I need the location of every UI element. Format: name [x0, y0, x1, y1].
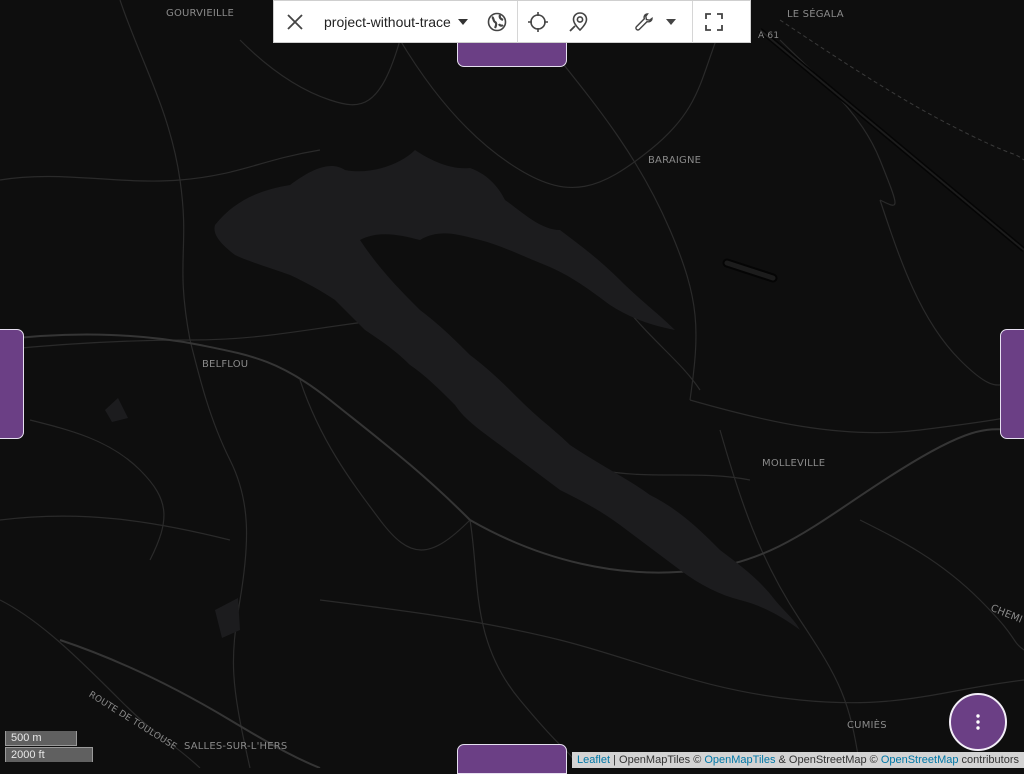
pond [105, 398, 128, 422]
layers-button[interactable] [477, 1, 517, 43]
attribution-text: | OpenMapTiles © [610, 754, 704, 766]
place-label-gourvieille: GOURVIEILLE [166, 8, 234, 19]
locate-button[interactable] [518, 1, 558, 43]
crosshair-icon [527, 11, 549, 33]
fullscreen-icon [704, 12, 724, 32]
openstreetmap-link[interactable]: OpenStreetMap [881, 754, 959, 766]
lake [214, 150, 800, 630]
map-attribution: Leaflet | OpenMapTiles © OpenMapTiles & … [572, 752, 1024, 768]
openmaptiles-link[interactable]: OpenMapTiles [704, 754, 775, 766]
caret-down-icon [664, 15, 678, 29]
top-panel-toggle[interactable] [457, 40, 567, 67]
globe-icon [487, 12, 507, 32]
project-selector[interactable]: project-without-trace [316, 1, 477, 43]
tools-dropdown-button[interactable] [658, 1, 684, 43]
map-canvas[interactable]: GOURVIEILLE LE SÉGALA A 61 BARAIGNE BELF… [0, 0, 1024, 768]
top-toolbar: project-without-trace [273, 0, 751, 43]
fullscreen-button[interactable] [693, 1, 735, 43]
caret-down-icon [455, 14, 471, 30]
scale-metric: 500 m [5, 731, 77, 746]
place-label-cumies: CUMIÈS [847, 720, 887, 731]
place-label-le-segala: LE SÉGALA [787, 9, 844, 20]
road-label-a61: A 61 [758, 31, 779, 41]
left-panel-toggle[interactable] [0, 329, 24, 439]
place-label-molleville: MOLLEVILLE [762, 458, 825, 469]
right-panel-toggle[interactable] [1000, 329, 1024, 439]
search-place-button[interactable] [558, 1, 600, 43]
tools-button[interactable] [600, 1, 658, 43]
place-label-belflou: BELFLOU [202, 359, 248, 370]
close-project-button[interactable] [274, 1, 316, 43]
leaflet-link[interactable]: Leaflet [577, 754, 610, 766]
more-options-button[interactable] [949, 693, 1007, 751]
project-name: project-without-trace [316, 14, 455, 30]
scale-imperial: 2000 ft [5, 747, 93, 762]
more-vertical-icon [975, 713, 981, 731]
minor-roads [0, 0, 1024, 768]
bottom-panel-toggle[interactable] [457, 744, 567, 774]
map-tiles [0, 0, 1024, 768]
close-icon [286, 13, 304, 31]
place-label-salles-sur-lhers: SALLES-SUR-L'HERS [184, 741, 287, 752]
location-search-icon [568, 11, 590, 33]
place-label-baraigne: BARAIGNE [648, 155, 701, 166]
attribution-text: contributors [958, 754, 1019, 766]
attribution-text: & OpenStreetMap © [775, 754, 880, 766]
pond [215, 598, 240, 638]
wrench-icon [634, 12, 654, 32]
